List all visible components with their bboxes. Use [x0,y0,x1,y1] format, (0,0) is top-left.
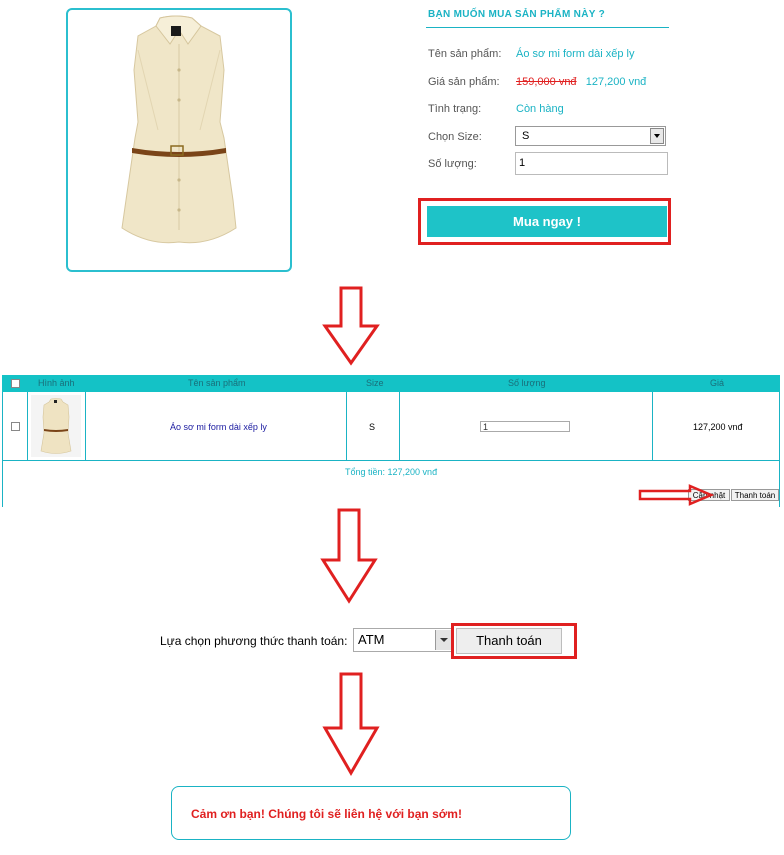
payment-method-label: Lựa chọn phương thức thanh toán: [160,634,348,648]
size-label: Chọn Size: [428,131,482,143]
col-product-name: Tên sản phẩm [188,378,246,388]
quantity-label: Số lượng: [428,158,477,170]
detail-heading: BẠN MUỐN MUA SẢN PHẨM NÀY ? [428,9,605,20]
chevron-down-icon[interactable] [650,128,664,144]
buy-now-button[interactable]: Mua ngay ! [427,206,667,237]
cart-quantity-input[interactable]: 1 [480,421,570,432]
thank-you-message: Cảm ơn bạn! Chúng tôi sẽ liên hệ với bạn… [191,807,462,821]
product-price-label: Giá sản phẩm: [428,76,500,88]
col-size: Size [366,378,384,388]
new-price: 127,200 vnđ [585,76,647,88]
row-checkbox[interactable] [11,422,20,431]
col-price: Giá [710,378,725,388]
product-image [66,8,292,272]
row-divider [2,460,780,461]
cart-table-header: Hình ảnh Tên sản phẩm Size Số lượng Giá [2,375,780,392]
old-price: 159,000 vnđ [516,76,577,88]
heading-divider [426,27,669,28]
cart-price: 127,200 vnđ [693,422,743,432]
cart-product-name[interactable]: Áo sơ mi form dài xếp ly [170,422,267,432]
cart-total: Tổng tiền: 127,200 vnđ [345,467,438,477]
payment-method-value: ATM [358,632,385,647]
product-price: 159,000 vnđ 127,200 vnđ [516,76,646,88]
product-status-value: Còn hàng [516,103,564,115]
product-thumbnail [31,395,81,457]
down-arrow-icon [320,508,378,604]
col-quantity: Số lượng [508,378,546,388]
product-status-label: Tình trạng: [428,103,482,115]
pay-button[interactable]: Thanh toán [456,628,562,654]
select-all-checkbox[interactable] [11,379,20,388]
right-arrow-icon [638,484,714,506]
down-arrow-icon [322,286,380,366]
cart-checkout-button[interactable]: Thanh toán [731,489,779,501]
size-select[interactable]: S [515,126,666,146]
product-name-value: Áo sơ mi form dài xếp ly [516,48,635,60]
col-image: Hình ảnh [38,378,75,388]
chevron-down-icon[interactable] [435,630,451,650]
down-arrow-icon [322,672,380,776]
table-row: Áo sơ mi form dài xếp ly S 127,200 vnđ [0,392,784,460]
product-name-label: Tên sản phẩm: [428,48,502,60]
blouse-image [121,15,237,244]
size-selected-value: S [522,130,530,142]
quantity-input[interactable]: 1 [515,152,668,175]
cart-size: S [369,422,376,432]
payment-method-select[interactable]: ATM [353,628,453,652]
